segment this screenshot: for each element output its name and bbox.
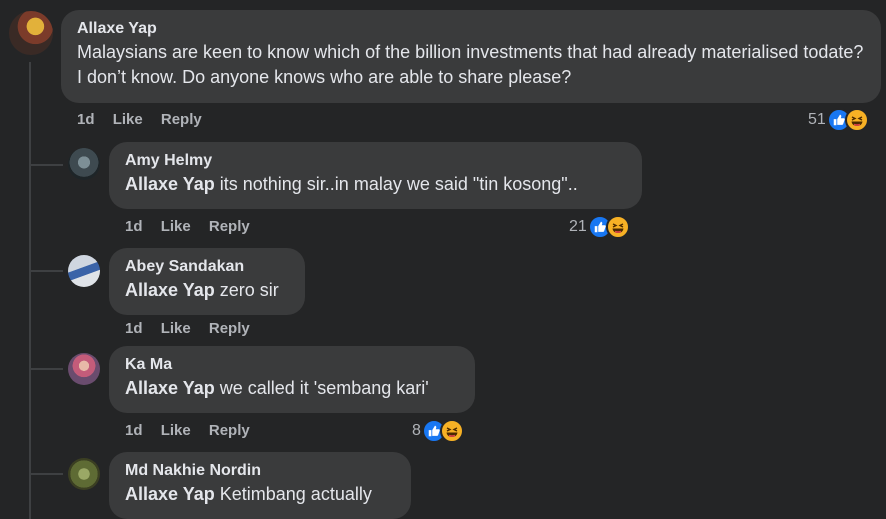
reaction-count: 8: [412, 422, 421, 439]
mention-link[interactable]: Allaxe Yap: [125, 484, 215, 504]
thread-branch: [29, 368, 63, 370]
comment-bubble: Allaxe Yap Malaysians are keen to know w…: [61, 10, 881, 103]
reply-button[interactable]: Reply: [161, 111, 202, 128]
like-button[interactable]: Like: [113, 111, 143, 128]
avatar[interactable]: [9, 11, 53, 55]
thread-branch: [29, 473, 63, 475]
reaction-summary[interactable]: 51: [808, 107, 869, 133]
like-button[interactable]: Like: [161, 218, 191, 235]
reply-author[interactable]: Ka Ma: [125, 356, 459, 374]
reply-text: its nothing sir..in malay we said "tin k…: [219, 174, 578, 194]
reply-time[interactable]: 1d: [125, 320, 143, 337]
avatar[interactable]: [68, 148, 100, 180]
reply-time[interactable]: 1d: [125, 422, 143, 439]
like-button[interactable]: Like: [161, 422, 191, 439]
reply-text: we called it 'sembang kari': [219, 378, 429, 398]
comment-author[interactable]: Allaxe Yap: [77, 20, 865, 38]
reaction-summary[interactable]: 21: [569, 214, 630, 240]
reaction-summary[interactable]: 8: [412, 418, 464, 444]
avatar[interactable]: [68, 353, 100, 385]
reply-button[interactable]: Reply: [209, 218, 250, 235]
reply-bubble: Amy Helmy Allaxe Yap its nothing sir..in…: [109, 142, 642, 209]
reply-time[interactable]: 1d: [125, 218, 143, 235]
avatar[interactable]: [68, 255, 100, 287]
comment-text: Malaysians are keen to know which of the…: [77, 42, 864, 87]
reply-actions: 1d Like Reply: [125, 422, 250, 439]
haha-icon: [605, 215, 630, 239]
reply-actions: 1d Like Reply: [125, 218, 250, 235]
comment-actions: 1d Like Reply: [77, 111, 202, 128]
reply-button[interactable]: Reply: [209, 320, 250, 337]
reply-bubble: Abey Sandakan Allaxe Yap zero sir: [109, 248, 305, 315]
reaction-count: 51: [808, 111, 826, 128]
haha-icon: [844, 108, 869, 132]
thread-branch: [29, 164, 63, 166]
thread-line: [29, 62, 31, 519]
mention-link[interactable]: Allaxe Yap: [125, 378, 215, 398]
thread-branch: [29, 270, 63, 272]
comment-time[interactable]: 1d: [77, 111, 95, 128]
reply-button[interactable]: Reply: [209, 422, 250, 439]
like-button[interactable]: Like: [161, 320, 191, 337]
reply-bubble: Ka Ma Allaxe Yap we called it 'sembang k…: [109, 346, 475, 413]
reply-author[interactable]: Amy Helmy: [125, 152, 626, 170]
reply-text: zero sir: [219, 280, 279, 300]
mention-link[interactable]: Allaxe Yap: [125, 174, 215, 194]
reply-text: Ketimbang actually: [219, 484, 372, 504]
mention-link[interactable]: Allaxe Yap: [125, 280, 215, 300]
haha-icon: [439, 419, 464, 443]
avatar[interactable]: [68, 458, 100, 490]
reply-author[interactable]: Md Nakhie Nordin: [125, 462, 395, 480]
reply-actions: 1d Like Reply: [125, 320, 250, 337]
reply-author[interactable]: Abey Sandakan: [125, 258, 289, 276]
reply-bubble: Md Nakhie Nordin Allaxe Yap Ketimbang ac…: [109, 452, 411, 519]
reaction-count: 21: [569, 218, 587, 235]
